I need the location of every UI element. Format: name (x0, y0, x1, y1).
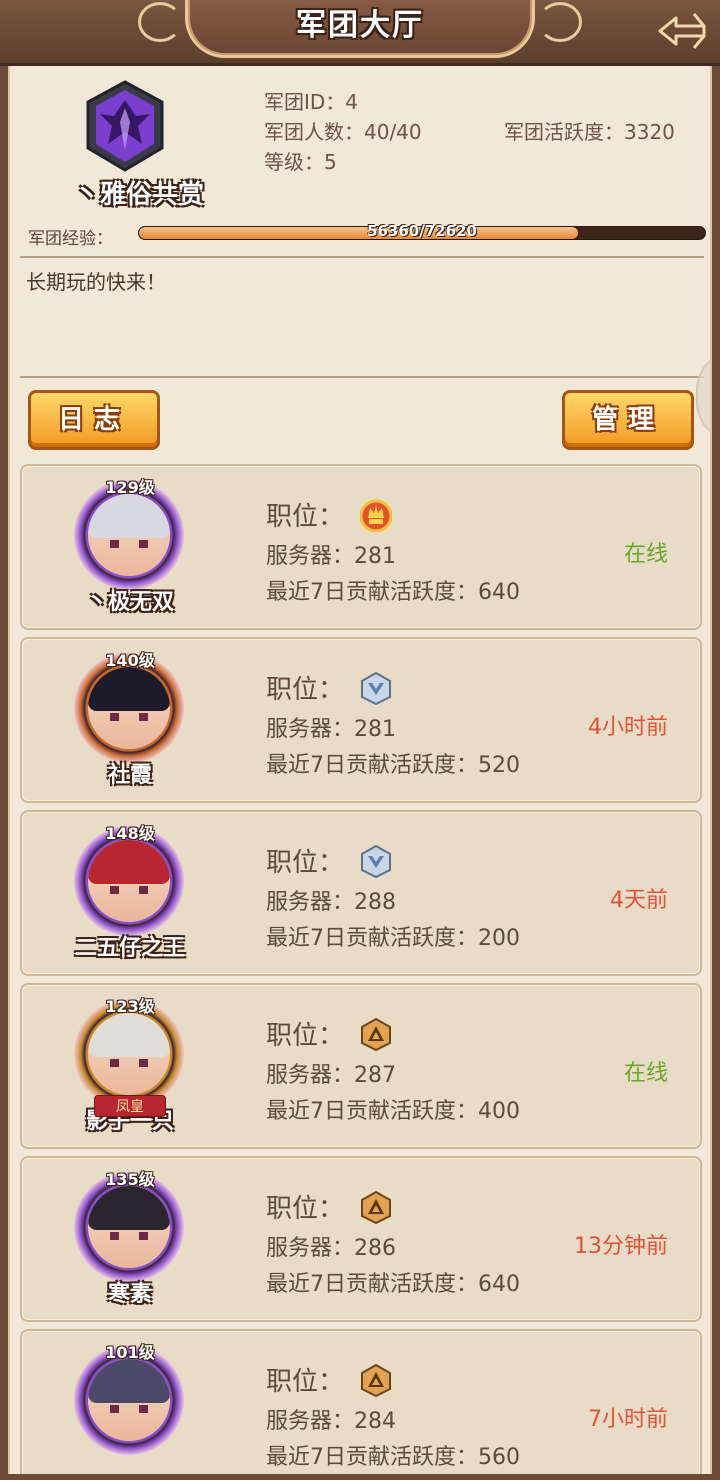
back-arrow-icon[interactable] (654, 6, 710, 56)
member-card[interactable]: 135级 寒素 职位： 服务器：286 最近7日贡献活跃度：640 13分钟前 (20, 1156, 702, 1322)
screen: 军团大厅 丶雅俗共赏 军团ID：4 军团人数：40/40 军团活跃度：3320 … (0, 0, 720, 1480)
member-name: 寒素 (107, 1282, 152, 1307)
guild-name: 丶雅俗共赏 (73, 180, 204, 210)
member-card[interactable]: 129级 丶极无双 职位： 服务器：281 最近7日贡献活跃度：640 在线 (20, 464, 702, 630)
member-status: 7小时前 (588, 1407, 668, 1432)
avatar-portrait (88, 667, 170, 749)
member-bronze-icon (360, 1017, 392, 1052)
member-contribution: 最近7日贡献活跃度：640 (266, 1272, 520, 1297)
side-tab-handle[interactable] (696, 350, 710, 442)
divider (20, 256, 704, 258)
member-server: 服务器：284 (266, 1409, 396, 1434)
divider (20, 376, 704, 378)
member-bronze-icon (360, 1190, 392, 1225)
guild-emblem-icon (84, 80, 166, 172)
title-plate: 军团大厅 (138, 0, 582, 58)
member-level: 140级 (105, 651, 155, 670)
avatar-title-badge: 凤皇 (94, 1095, 166, 1117)
guild-id: 军团ID：4 (264, 90, 359, 114)
member-level: 148级 (105, 824, 155, 843)
exp-label: 军团经验： (28, 229, 113, 249)
manage-button[interactable]: 管理 (562, 390, 694, 450)
guild-level: 等级：5 (264, 150, 337, 174)
member-contribution: 最近7日贡献活跃度：520 (266, 753, 520, 778)
vice-leader-silver-icon (360, 844, 392, 879)
member-server: 服务器：288 (266, 890, 396, 915)
member-name: 社霞 (107, 763, 152, 788)
member-contribution: 最近7日贡献活跃度：200 (266, 926, 520, 951)
member-level: 101级 (105, 1343, 155, 1362)
member-card[interactable]: 123级 影子一只 职位： 服务器：287 最近7日贡献活跃度：400 在线 凤… (20, 983, 702, 1149)
member-server: 服务器：281 (266, 717, 396, 742)
member-role-label: 职位： (266, 1021, 345, 1051)
avatar-portrait (88, 494, 170, 576)
member-contribution: 最近7日贡献活跃度：400 (266, 1099, 520, 1124)
avatar-portrait (88, 1013, 170, 1095)
member-role-label: 职位： (266, 1367, 345, 1397)
member-contribution: 最近7日贡献活跃度：640 (266, 580, 520, 605)
member-level: 129级 (105, 478, 155, 497)
exp-value: 56360/72620 (367, 222, 477, 240)
member-server: 服务器：286 (266, 1236, 396, 1261)
member-name: 二五仔之王 (74, 936, 185, 961)
avatar-portrait (88, 840, 170, 922)
member-role-label: 职位： (266, 848, 345, 878)
member-status: 在线 (623, 1061, 668, 1086)
member-name: 丶极无双 (85, 590, 174, 615)
member-bronze-icon (360, 1363, 392, 1398)
member-status: 4天前 (610, 888, 668, 913)
member-level: 135级 (105, 1170, 155, 1189)
member-status: 13分钟前 (574, 1234, 668, 1259)
member-card[interactable]: 101级 职位： 服务器：284 最近7日贡献活跃度：560 7小时前 (20, 1329, 702, 1474)
member-role-label: 职位： (266, 502, 345, 532)
guild-activity: 军团活跃度：3320 (504, 120, 675, 144)
member-server: 服务器：287 (266, 1063, 396, 1088)
ornament-right (538, 2, 582, 42)
member-status: 在线 (623, 542, 668, 567)
member-role-label: 职位： (266, 675, 345, 705)
guild-panel: 丶雅俗共赏 军团ID：4 军团人数：40/40 军团活跃度：3320 等级：5 … (8, 66, 712, 1474)
guild-notice: 长期玩的快来！ (26, 270, 166, 294)
member-card[interactable]: 140级 社霞 职位： 服务器：281 最近7日贡献活跃度：520 4小时前 (20, 637, 702, 803)
leader-crown-icon (359, 498, 393, 533)
member-status: 4小时前 (588, 715, 668, 740)
member-server: 服务器：281 (266, 544, 396, 569)
avatar-portrait (88, 1186, 170, 1268)
ornament-left (138, 2, 182, 42)
guild-member-count: 军团人数：40/40 (264, 120, 422, 144)
avatar-portrait (88, 1359, 170, 1441)
member-role-label: 职位： (266, 1194, 345, 1224)
member-contribution: 最近7日贡献活跃度：560 (266, 1445, 520, 1470)
page-title: 军团大厅 (296, 8, 424, 43)
member-level: 123级 (105, 997, 155, 1016)
header-bar: 军团大厅 (0, 0, 720, 66)
log-button[interactable]: 日志 (28, 390, 160, 450)
vice-leader-silver-icon (360, 671, 392, 706)
member-card[interactable]: 148级 二五仔之王 职位： 服务器：288 最近7日贡献活跃度：200 4天前 (20, 810, 702, 976)
